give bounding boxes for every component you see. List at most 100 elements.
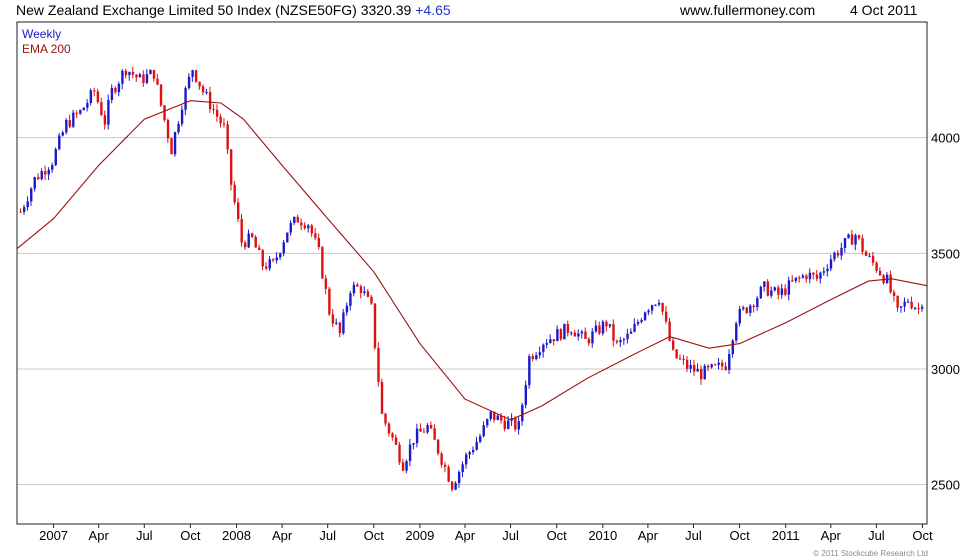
weekly-bar-up (794, 277, 798, 281)
weekly-bar-down (373, 303, 377, 348)
weekly-bar-down (159, 84, 163, 106)
weekly-bar-up (763, 281, 766, 287)
weekly-bar-down (201, 86, 205, 93)
weekly-bar-up (47, 169, 50, 175)
x-tick-label: 2010 (588, 528, 617, 543)
y-tick-label: 4000 (931, 131, 960, 146)
weekly-bar-down (875, 262, 878, 271)
weekly-bar-down (531, 356, 535, 360)
x-tick-label: Apr (272, 528, 293, 543)
weekly-bar-down (664, 311, 668, 322)
weekly-bar-up (86, 103, 89, 108)
weekly-bar-up (363, 291, 366, 294)
weekly-bar-down (777, 287, 780, 295)
weekly-bar-up (177, 123, 180, 133)
weekly-bar-up (472, 449, 475, 453)
weekly-bar-up (657, 302, 661, 305)
weekly-bar-up (843, 238, 847, 248)
weekly-bar-down (815, 274, 819, 279)
weekly-bar-down (366, 291, 370, 297)
weekly-bar-up (731, 340, 734, 355)
weekly-bar-down (391, 433, 394, 438)
weekly-bar-down (166, 120, 170, 139)
weekly-bar-down (584, 331, 587, 339)
weekly-bar-up (107, 99, 110, 125)
weekly-bar-down (857, 235, 861, 239)
weekly-bar-down (668, 321, 671, 341)
weekly-bar-down (503, 420, 506, 429)
weekly-bar-down (258, 247, 261, 251)
weekly-bar-up (728, 354, 731, 370)
weekly-bar-up (735, 323, 738, 341)
weekly-bar-down (896, 295, 899, 308)
weekly-bar-down (170, 138, 173, 155)
weekly-bar-up (899, 306, 903, 308)
weekly-bar-up (58, 135, 61, 150)
weekly-bar-up (780, 288, 784, 295)
weekly-bar-up (601, 321, 605, 334)
x-tick-label: Apr (455, 528, 476, 543)
weekly-bar-up (822, 271, 826, 273)
weekly-bar-up (787, 280, 791, 295)
weekly-bar-down (233, 184, 236, 203)
weekly-bar-down (163, 105, 166, 121)
weekly-bar-up (833, 252, 836, 260)
weekly-bar-up (749, 305, 752, 313)
weekly-bar-down (917, 307, 920, 309)
weekly-bar-up (868, 255, 871, 257)
weekly-bar-down (93, 90, 96, 92)
weekly-bar-down (871, 255, 875, 263)
weekly-bar-down (401, 462, 405, 471)
weekly-bar-down (100, 102, 103, 116)
weekly-bar-up (770, 290, 773, 296)
weekly-bar-down (384, 413, 387, 424)
weekly-bar-up (489, 411, 492, 420)
x-tick-label: Jul (502, 528, 519, 543)
weekly-bar-up (619, 340, 622, 343)
weekly-bar-down (700, 369, 703, 380)
weekly-bar-up (622, 339, 626, 341)
x-tick-label: Oct (364, 528, 385, 543)
weekly-bar-down (244, 242, 247, 248)
weekly-bar-down (450, 481, 454, 490)
weekly-bar-down (124, 70, 128, 76)
weekly-bar-up (268, 259, 271, 269)
weekly-bar-down (707, 365, 710, 368)
weekly-bar-up (412, 443, 415, 445)
weekly-bar-down (377, 347, 380, 382)
weekly-bar-down (798, 277, 801, 279)
weekly-bar-up (191, 70, 194, 77)
weekly-bar-up (580, 331, 584, 334)
weekly-bar-up (636, 322, 640, 324)
weekly-bar-down (721, 362, 724, 367)
weekly-bar-down (398, 444, 401, 463)
weekly-bar-down (226, 124, 229, 150)
weekly-bar-down (222, 123, 226, 125)
x-tick-label: Jul (319, 528, 336, 543)
weekly-bar-down (44, 171, 47, 175)
weekly-bar-up (145, 74, 149, 83)
weekly-bar-down (514, 418, 517, 430)
y-tick-label: 2500 (931, 478, 960, 493)
weekly-bar-down (671, 340, 675, 350)
weekly-bar-down (265, 266, 268, 269)
weekly-bar-down (661, 302, 664, 312)
x-tick-label: Apr (638, 528, 659, 543)
weekly-bar-up (79, 110, 82, 114)
weekly-bar-up (426, 425, 429, 433)
weekly-bar-down (566, 323, 570, 333)
weekly-bar-up (286, 232, 289, 243)
weekly-bar-down (573, 332, 577, 337)
weekly-bar-down (552, 339, 556, 342)
weekly-bar-up (247, 233, 250, 248)
weekly-bar-down (135, 74, 138, 78)
weekly-bar-down (419, 428, 422, 432)
x-tick-label: Oct (912, 528, 933, 543)
weekly-bar-down (892, 292, 896, 296)
weekly-bar-up (486, 419, 489, 426)
weekly-bar-down (219, 116, 222, 124)
weekly-bar-up (184, 88, 187, 110)
weekly-bar-up (282, 242, 285, 254)
weekly-bar-down (215, 109, 219, 117)
weekly-bar-up (72, 112, 75, 127)
